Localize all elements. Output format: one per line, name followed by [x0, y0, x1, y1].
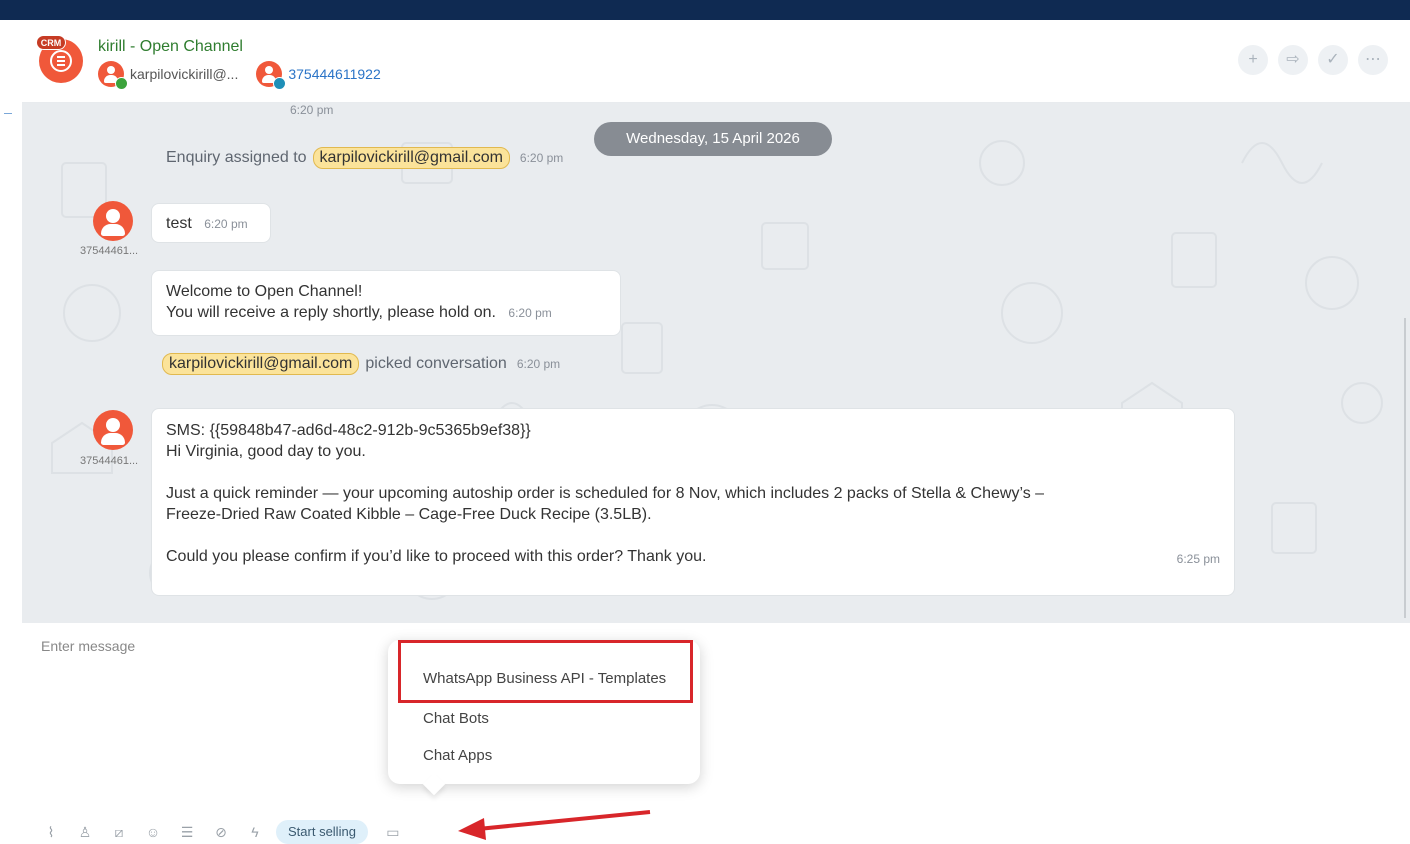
- chat-apps-icon[interactable]: ▭: [380, 822, 406, 842]
- client-phone-link[interactable]: 375444611922: [288, 66, 380, 82]
- chat-title[interactable]: kirill - Open Channel: [98, 38, 243, 56]
- message-text: test: [166, 215, 192, 232]
- sms-line-5-row: Could you please confirm if you’d like t…: [166, 546, 1220, 567]
- highlight-box: [398, 640, 693, 703]
- message-input[interactable]: Enter message: [41, 638, 135, 654]
- operator-email[interactable]: karpilovickirill@...: [130, 66, 238, 82]
- message-time: 6:20 pm: [204, 217, 248, 231]
- sms-line-3: Just a quick reminder — your upcoming au…: [166, 485, 1045, 502]
- message-composer[interactable]: Enter message ⌇ ♙ ⧄ ☺ ☰ ⊘ ϟ Start sellin…: [22, 623, 1410, 844]
- forward-icon[interactable]: ⇨: [1278, 45, 1308, 75]
- welcome-line-2: You will receive a reply shortly, please…: [166, 304, 496, 321]
- welcome-line-1: Welcome to Open Channel!: [166, 283, 363, 300]
- top-timestamp: 6:20 pm: [290, 103, 334, 117]
- left-dash: [4, 113, 12, 114]
- window-top-bar: [0, 0, 1410, 20]
- client-avatar[interactable]: [93, 410, 133, 450]
- assigned-email-tag[interactable]: karpilovickirill@gmail.com: [312, 147, 510, 169]
- chat-header: CRM kirill - Open Channel karpilovickiri…: [22, 20, 1410, 103]
- picked-text: picked conversation: [365, 355, 507, 372]
- list-icon[interactable]: ☰: [174, 822, 200, 842]
- chat-panel: CRM kirill - Open Channel karpilovickiri…: [22, 20, 1410, 844]
- sender-label: 37544461...: [80, 245, 139, 257]
- picked-time: 6:20 pm: [516, 357, 561, 371]
- start-selling-button[interactable]: Start selling: [276, 820, 368, 844]
- menu-item-chat-apps[interactable]: Chat Apps: [423, 747, 492, 764]
- sms-line-5: Could you please confirm if you’d like t…: [166, 548, 707, 565]
- client-avatar[interactable]: [256, 61, 287, 90]
- check-icon[interactable]: ✓: [1318, 45, 1348, 75]
- header-actions: + ⇨ ✓ ⋯: [1238, 45, 1388, 75]
- participants-row: karpilovickirill@... 375444611922: [98, 60, 381, 90]
- message-time: 6:25 pm: [1176, 552, 1220, 566]
- plus-icon[interactable]: +: [1238, 45, 1268, 75]
- client-avatar[interactable]: [93, 201, 133, 241]
- left-strip: [0, 20, 22, 844]
- picked-email-tag[interactable]: karpilovickirill@gmail.com: [162, 353, 360, 375]
- sms-line-2: Hi Virginia, good day to you.: [166, 443, 366, 460]
- user-icon[interactable]: ♙: [72, 822, 98, 842]
- message-bubble-test: test 6:20 pm: [151, 203, 271, 243]
- picked-notice: karpilovickirill@gmail.com picked conver…: [162, 353, 560, 375]
- menu-item-chat-bots[interactable]: Chat Bots: [423, 710, 489, 727]
- message-bubble-sms: SMS: {{59848b47-ad6d-48c2-912b-9c5365b9e…: [151, 408, 1235, 596]
- date-separator: Wednesday, 15 April 2026: [594, 122, 832, 156]
- sender-label: 37544461...: [80, 455, 139, 467]
- crown-badge-icon: [115, 77, 128, 90]
- lightning-icon[interactable]: ϟ: [242, 822, 268, 842]
- paperclip-icon[interactable]: ⌇: [38, 822, 64, 842]
- crm-badge: CRM: [36, 35, 66, 50]
- composer-toolbar: ⌇ ♙ ⧄ ☺ ☰ ⊘ ϟ Start selling ▭: [38, 820, 414, 844]
- assigned-prefix: Enquiry assigned to: [166, 149, 307, 166]
- operator-avatar[interactable]: [98, 61, 128, 90]
- crm-logo-icon: [50, 50, 72, 72]
- message-time: 6:20 pm: [508, 306, 552, 320]
- hidden-icon[interactable]: ⊘: [208, 822, 234, 842]
- emoji-icon[interactable]: ☺: [140, 822, 166, 842]
- message-list: 6:20 pm Wednesday, 15 April 2026 Enquiry…: [22, 103, 1410, 623]
- more-icon[interactable]: ⋯: [1358, 45, 1388, 75]
- message-bubble-welcome: Welcome to Open Channel! You will receiv…: [151, 270, 621, 336]
- channel-badge-icon: [273, 77, 287, 90]
- welcome-line-2-row: You will receive a reply shortly, please…: [166, 302, 620, 324]
- sms-line-4: Freeze-Dried Raw Coated Kibble – Cage-Fr…: [166, 506, 652, 523]
- assigned-time: 6:20 pm: [519, 151, 564, 165]
- assigned-notice: Enquiry assigned to karpilovickirill@gma…: [166, 147, 563, 169]
- sms-line-1: SMS: {{59848b47-ad6d-48c2-912b-9c5365b9e…: [166, 422, 531, 439]
- scrollbar[interactable]: [1404, 318, 1406, 618]
- slash-command-icon[interactable]: ⧄: [106, 822, 132, 842]
